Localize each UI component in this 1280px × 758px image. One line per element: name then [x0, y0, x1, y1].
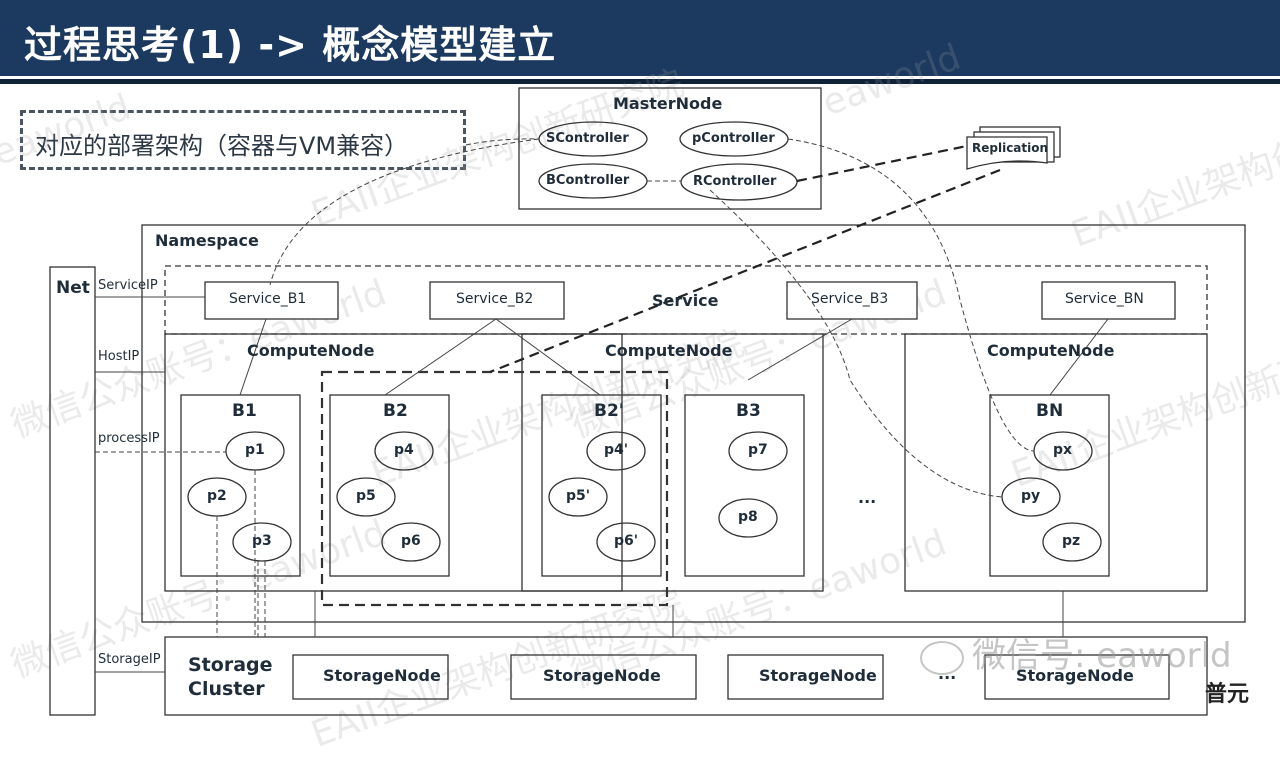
pod-b2prime-label: B2' — [594, 401, 624, 421]
pod-b3-label: B3 — [736, 401, 761, 421]
processip-label: processIP — [98, 431, 160, 446]
compute-node-label-2: ComputeNode — [605, 341, 733, 360]
service-layer-label: Service — [652, 291, 719, 310]
wechat-watermark-text: 微信号: eaworld — [972, 636, 1232, 676]
compute-node-label-3: ComputeNode — [987, 341, 1115, 360]
brand-label: 普元 — [1205, 682, 1250, 707]
service-b2-label: Service_B2 — [456, 291, 534, 307]
compute-node-label-1: ComputeNode — [247, 341, 375, 360]
storage-cluster-label-2: Cluster — [188, 678, 265, 700]
master-node-label: MasterNode — [613, 94, 723, 113]
process-p2-label: p2 — [207, 488, 227, 504]
storage-cluster-label-1: Storage — [188, 654, 273, 676]
process-py-label: py — [1021, 488, 1041, 504]
process-p4-label: p4 — [394, 442, 414, 458]
process-p7-label: p7 — [748, 442, 768, 458]
storage-node-label-2: StorageNode — [543, 666, 661, 685]
process-pz-label: pz — [1062, 533, 1081, 549]
compute-node-box-3 — [904, 333, 1208, 592]
namespace-label: Namespace — [155, 231, 259, 250]
process-p5-label: p5 — [356, 488, 376, 504]
hostip-label: HostIP — [98, 349, 140, 364]
rcontroller-label: RController — [693, 174, 777, 189]
rcontroller-replication-link — [796, 144, 968, 183]
b2prime-service-link — [495, 318, 601, 396]
storageip-label: StorageIP — [98, 652, 161, 667]
wechat-watermark: 微信号: eaworld — [920, 628, 1232, 677]
pcontroller-label: pController — [692, 131, 775, 146]
process-p1-label: p1 — [245, 442, 265, 458]
service-bn-label: Service_BN — [1065, 291, 1144, 307]
wechat-icon — [920, 640, 964, 675]
pod-b1-label: B1 — [232, 401, 257, 421]
process-p4prime-label: p4' — [604, 442, 629, 458]
process-px-label: px — [1053, 442, 1073, 458]
pod-bn-label: BN — [1036, 401, 1064, 421]
scontroller-label: SController — [546, 131, 629, 146]
process-p5prime-label: p5' — [566, 488, 591, 504]
service-b1-label: Service_B1 — [229, 291, 307, 307]
net-label: Net — [56, 278, 90, 298]
compute-ellipsis: ... — [858, 488, 877, 507]
process-p3-label: p3 — [252, 533, 272, 549]
bcontroller-label: BController — [546, 173, 630, 188]
replication-label: Replication — [972, 141, 1049, 155]
serviceip-label: ServiceIP — [98, 278, 158, 293]
pod-b2-label: B2 — [383, 401, 408, 421]
process-p6-label: p6 — [401, 533, 421, 549]
storage-node-label-1: StorageNode — [323, 666, 441, 685]
process-p8-label: p8 — [738, 509, 758, 525]
pod-b3-box — [684, 394, 805, 577]
b2-service-link — [384, 318, 497, 396]
net-box — [49, 266, 96, 716]
b3-service-link — [747, 318, 853, 381]
storage-node-label-3: StorageNode — [759, 666, 877, 685]
service-b3-label: Service_B3 — [811, 291, 889, 307]
process-p6prime-label: p6' — [614, 533, 639, 549]
scontroller-service-link — [269, 138, 540, 286]
